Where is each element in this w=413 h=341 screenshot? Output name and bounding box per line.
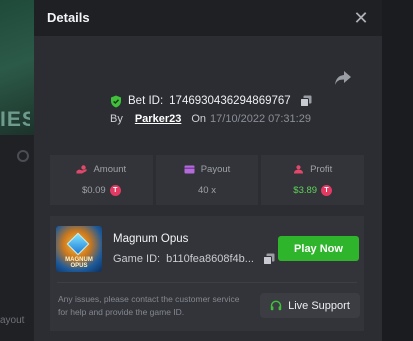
close-button[interactable]: ✕: [352, 9, 370, 27]
background-hero-text: IES: [0, 108, 30, 130]
game-id-label: Game ID:: [113, 253, 161, 265]
stat-card-amount: Amount $0.09 T: [50, 155, 153, 205]
modal-header: Details ✕: [34, 0, 382, 36]
copy-bet-id-icon[interactable]: [299, 95, 312, 107]
modal-title: Details: [47, 10, 90, 25]
on-label: On: [191, 113, 207, 125]
stat-value-payout: 40 x: [198, 185, 216, 196]
wallet-icon: [184, 165, 195, 174]
game-name: Magnum Opus: [113, 233, 189, 245]
stat-card-payout: Payout 40 x: [155, 155, 259, 205]
bet-meta-row: By Parker23 On 17/10/2022 07:31:29: [110, 112, 311, 126]
game-thumbnail-logo-text: MAGNUM OPUS: [65, 257, 93, 269]
currency-coin-icon: T: [109, 185, 121, 196]
background-side-text: ayout: [0, 315, 25, 326]
background-info-icon: [17, 150, 29, 162]
support-notice-text: Any issues, please contact the customer …: [58, 294, 240, 317]
divider: [57, 282, 357, 283]
bet-id-label: Bet ID:: [128, 95, 164, 107]
bet-date: 17/10/2022 07:31:29: [210, 113, 311, 125]
bet-id-value: 1746930436294869767: [169, 95, 291, 107]
headset-icon: [270, 300, 282, 310]
game-info-box: MAGNUM OPUS Magnum Opus Game ID: b110fea…: [50, 216, 364, 331]
username-link[interactable]: Parker23: [135, 113, 182, 125]
game-id-value: b110fea8608f4b...: [166, 253, 254, 265]
gem-icon: [66, 232, 90, 256]
play-now-button[interactable]: Play Now: [278, 236, 359, 261]
hand-coins-icon: [76, 165, 87, 174]
background-right-strip: [382, 0, 413, 341]
bet-id-row: Bet ID: 1746930436294869767: [110, 93, 312, 109]
share-icon[interactable]: [334, 70, 352, 86]
live-support-label: Live Support: [288, 299, 350, 312]
bet-stats: Amount $0.09 T Payout 40 x Profit $3.89 …: [50, 155, 365, 205]
live-support-button[interactable]: Live Support: [260, 293, 360, 318]
currency-coin-icon: T: [321, 185, 333, 196]
bet-details-modal: Details ✕ Bet ID: 1746930436294869767 By…: [34, 0, 382, 341]
verified-shield-icon: [111, 95, 121, 107]
close-icon: ✕: [353, 8, 369, 28]
by-label: By: [110, 113, 123, 125]
stat-label-payout: Payout: [200, 164, 231, 175]
user-profit-icon: [294, 165, 304, 174]
stat-label-amount: Amount: [93, 164, 127, 175]
stat-card-profit: Profit $3.89 T: [261, 155, 365, 205]
game-thumbnail[interactable]: MAGNUM OPUS: [56, 226, 102, 272]
copy-game-id-icon[interactable]: [262, 253, 275, 265]
game-id-row: Game ID: b110fea8608f4b...: [113, 253, 281, 265]
stat-value-profit: $3.89: [293, 185, 318, 196]
stat-value-amount: $0.09: [81, 185, 106, 196]
stat-label-profit: Profit: [310, 164, 333, 175]
